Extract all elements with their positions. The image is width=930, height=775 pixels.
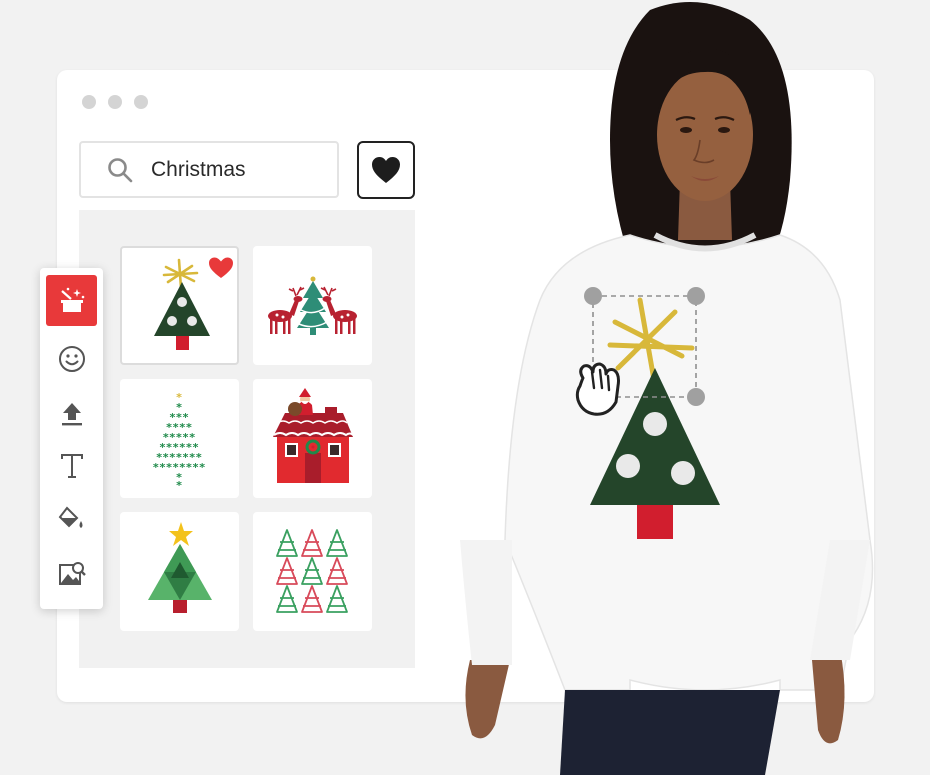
resize-handle[interactable] bbox=[584, 287, 602, 305]
search-box[interactable] bbox=[79, 141, 339, 198]
window-controls bbox=[82, 95, 148, 109]
gallery-item-geometric-green-tree[interactable] bbox=[120, 512, 239, 631]
resize-handle[interactable] bbox=[687, 287, 705, 305]
upload-icon bbox=[61, 402, 82, 425]
santa-house-icon bbox=[273, 388, 354, 483]
smiley-icon bbox=[58, 345, 85, 372]
heart-icon bbox=[372, 157, 400, 183]
search-icon bbox=[108, 157, 133, 182]
gallery-item-asterisk-tree[interactable]: * * *** **** ***** ****** ******* ******… bbox=[120, 379, 239, 498]
tool-text-button[interactable] bbox=[46, 440, 97, 491]
tool-upload-button[interactable] bbox=[46, 388, 97, 439]
resize-handle[interactable] bbox=[687, 388, 705, 406]
grab-cursor-icon bbox=[575, 362, 620, 416]
tool-image-search-button[interactable] bbox=[46, 548, 97, 599]
design-gallery: * * *** **** ***** ****** ******* ******… bbox=[79, 210, 415, 668]
search-input[interactable] bbox=[149, 156, 323, 183]
favorites-button[interactable] bbox=[357, 141, 415, 199]
asterisk-tree-icon: * * *** **** ***** ****** ******* ******… bbox=[153, 391, 206, 492]
tree-pattern-icon bbox=[276, 529, 348, 613]
gallery-item-tree-pattern[interactable] bbox=[253, 512, 372, 631]
tool-sidebar bbox=[40, 268, 103, 609]
gallery-item-santa-house[interactable] bbox=[253, 379, 372, 498]
reindeer-tree-icon bbox=[268, 276, 357, 335]
paint-bucket-icon bbox=[58, 505, 82, 528]
gallery-item-reindeer-and-tree[interactable] bbox=[253, 246, 372, 365]
christmas-tree-star-icon bbox=[154, 257, 233, 350]
window-dot bbox=[82, 95, 96, 109]
window-dot bbox=[108, 95, 122, 109]
model-photo bbox=[460, 2, 874, 775]
geometric-tree-icon bbox=[148, 522, 212, 613]
window-dot bbox=[134, 95, 148, 109]
svg-text:*: * bbox=[176, 479, 183, 492]
text-icon bbox=[60, 453, 83, 478]
favorite-heart-icon[interactable] bbox=[209, 257, 233, 279]
magic-wand-icon bbox=[60, 287, 84, 312]
image-search-icon bbox=[58, 561, 86, 585]
tool-clipart-button[interactable] bbox=[46, 333, 97, 384]
tool-magic-button[interactable] bbox=[46, 275, 97, 326]
design-trunk[interactable] bbox=[637, 505, 673, 539]
gallery-item-christmas-tree-star[interactable] bbox=[120, 246, 239, 365]
tool-fill-button[interactable] bbox=[46, 493, 97, 544]
face bbox=[657, 69, 753, 201]
